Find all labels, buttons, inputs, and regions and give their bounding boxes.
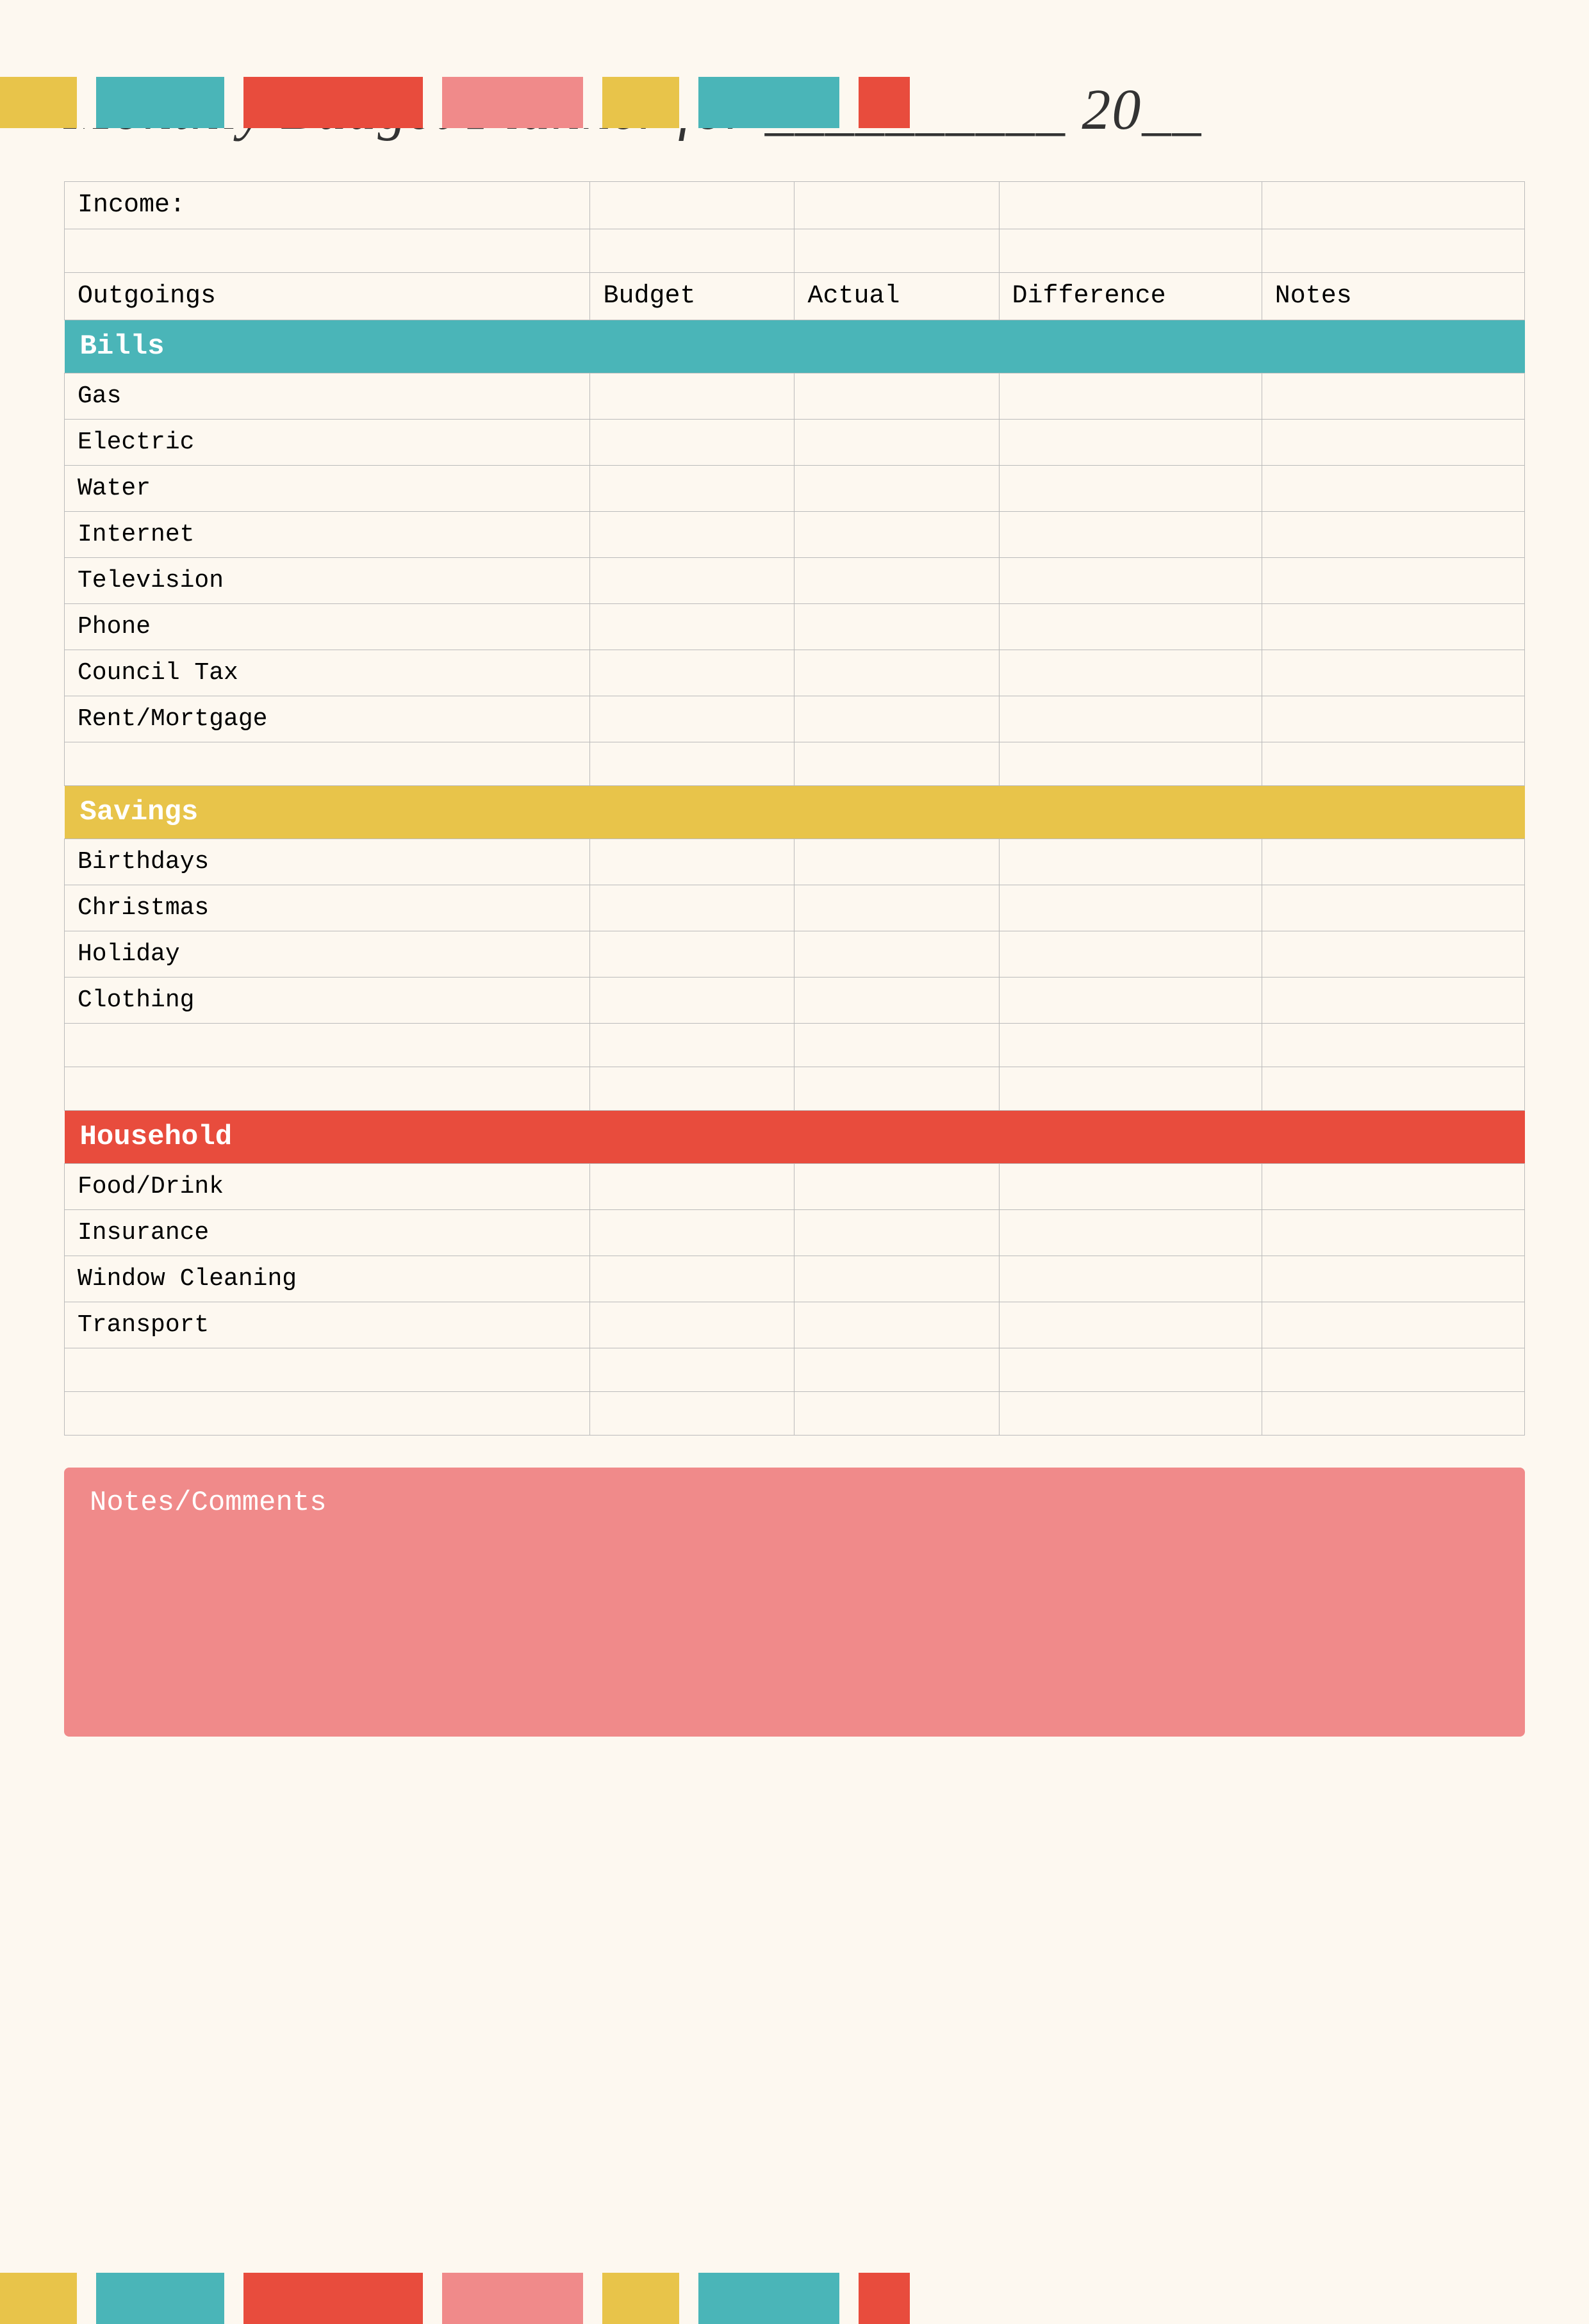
table-row: Phone [65, 604, 1525, 650]
bills-header-row: Bills [65, 320, 1525, 373]
bottom-bar-gap-2 [224, 2273, 243, 2324]
item-television: Television [65, 558, 590, 604]
income-row: Income: [65, 182, 1525, 229]
bar-yellow-1 [0, 77, 77, 128]
table-row: Food/Drink [65, 1164, 1525, 1210]
spacer-row-1 [65, 229, 1525, 273]
item-water: Water [65, 466, 590, 512]
income-notes-cell [1262, 182, 1524, 229]
bottom-bar-teal-1 [96, 2273, 224, 2324]
table-row: Rent/Mortgage [65, 696, 1525, 742]
item-council-tax: Council Tax [65, 650, 590, 696]
table-row: Water [65, 466, 1525, 512]
notes-section: Notes/Comments [64, 1468, 1525, 1737]
bar-teal-2 [698, 77, 839, 128]
top-decorative-bar [0, 77, 1589, 128]
notes-title: Notes/Comments [90, 1487, 1499, 1519]
bar-yellow-2 [602, 77, 679, 128]
bills-header-label: Bills [65, 320, 1525, 373]
bottom-bar-gap-6 [839, 2273, 859, 2324]
budget-table: Income: Outgoings Budget Actual Differen… [64, 181, 1525, 1436]
bar-pink-1 [442, 77, 583, 128]
bottom-bar-yellow-1 [0, 2273, 77, 2324]
col-header-notes: Notes [1262, 273, 1524, 320]
household-header-label: Household [65, 1111, 1525, 1164]
column-header-row: Outgoings Budget Actual Difference Notes [65, 273, 1525, 320]
item-electric: Electric [65, 420, 590, 466]
table-row: Christmas [65, 885, 1525, 931]
table-row: Birthdays [65, 839, 1525, 885]
bar-gap-6 [839, 77, 859, 128]
bar-gap-3 [423, 77, 442, 128]
table-row: Insurance [65, 1210, 1525, 1256]
savings-header-row: Savings [65, 786, 1525, 839]
bottom-bar-yellow-2 [602, 2273, 679, 2324]
bottom-decorative-bar [0, 2273, 1589, 2324]
gas-notes [1262, 373, 1524, 420]
item-christmas: Christmas [65, 885, 590, 931]
bottom-bar-red-2 [859, 2273, 910, 2324]
income-actual-cell [794, 182, 999, 229]
col-header-budget: Budget [590, 273, 794, 320]
bottom-bar-gap-1 [77, 2273, 96, 2324]
item-birthdays: Birthdays [65, 839, 590, 885]
savings-header-label: Savings [65, 786, 1525, 839]
table-row: Electric [65, 420, 1525, 466]
bar-gap-5 [679, 77, 698, 128]
gas-difference [999, 373, 1262, 420]
table-row: Television [65, 558, 1525, 604]
gas-budget [590, 373, 794, 420]
household-header-row: Household [65, 1111, 1525, 1164]
income-budget-cell [590, 182, 794, 229]
bottom-bar-gap-3 [423, 2273, 442, 2324]
budget-table-container: Income: Outgoings Budget Actual Differen… [64, 181, 1525, 1436]
bottom-bar-red-1 [243, 2273, 423, 2324]
bar-gap-1 [77, 77, 96, 128]
item-window-cleaning: Window Cleaning [65, 1256, 590, 1302]
bottom-bar-pink-1 [442, 2273, 583, 2324]
income-difference-cell [999, 182, 1262, 229]
col-header-outgoings: Outgoings [65, 273, 590, 320]
table-row: Gas [65, 373, 1525, 420]
table-row: Holiday [65, 931, 1525, 978]
item-phone: Phone [65, 604, 590, 650]
item-clothing: Clothing [65, 978, 590, 1024]
table-row: Internet [65, 512, 1525, 558]
bar-gap-4 [583, 77, 602, 128]
gas-actual [794, 373, 999, 420]
spacer-row-2 [65, 742, 1525, 786]
item-gas: Gas [65, 373, 590, 420]
bar-red-2 [859, 77, 910, 128]
item-holiday: Holiday [65, 931, 590, 978]
table-row: Council Tax [65, 650, 1525, 696]
col-header-actual: Actual [794, 273, 999, 320]
spacer-row-5 [65, 1348, 1525, 1392]
bar-teal-1 [96, 77, 224, 128]
bar-red-1 [243, 77, 423, 128]
item-food-drink: Food/Drink [65, 1164, 590, 1210]
table-row: Window Cleaning [65, 1256, 1525, 1302]
bottom-bar-gap-5 [679, 2273, 698, 2324]
item-internet: Internet [65, 512, 590, 558]
col-header-difference: Difference [999, 273, 1262, 320]
spacer-row-4 [65, 1067, 1525, 1111]
bottom-bar-teal-2 [698, 2273, 839, 2324]
spacer-row-6 [65, 1392, 1525, 1436]
table-row: Transport [65, 1302, 1525, 1348]
bottom-bar-gap-4 [583, 2273, 602, 2324]
table-row: Clothing [65, 978, 1525, 1024]
bar-gap-2 [224, 77, 243, 128]
item-rent-mortgage: Rent/Mortgage [65, 696, 590, 742]
income-label: Income: [65, 182, 590, 229]
item-insurance: Insurance [65, 1210, 590, 1256]
spacer-row-3 [65, 1024, 1525, 1067]
item-transport: Transport [65, 1302, 590, 1348]
